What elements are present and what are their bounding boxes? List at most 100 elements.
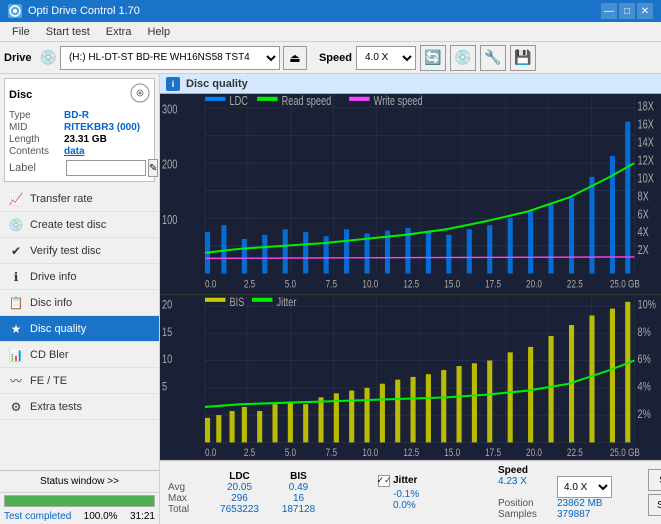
speed-dropdown[interactable]: 4.0 X: [557, 476, 612, 498]
disc-contents-label: Contents: [9, 146, 64, 157]
svg-text:200: 200: [162, 158, 177, 172]
svg-text:7.5: 7.5: [326, 278, 337, 291]
title-bar-left: Opti Drive Control 1.70: [8, 4, 140, 18]
stats-avg-bis: 0.49: [271, 482, 326, 493]
disc-quality-title: Disc quality: [186, 78, 248, 90]
disc-icon: [130, 83, 150, 106]
position-label: Position: [498, 498, 553, 509]
svg-text:2%: 2%: [637, 408, 651, 422]
jitter-checkbox[interactable]: ✓: [378, 475, 390, 487]
status-window-button[interactable]: Status window >>: [0, 471, 159, 493]
sidebar-item-create-test-disc[interactable]: 💿 Create test disc: [0, 212, 159, 238]
sidebar-item-fe-te[interactable]: 〰 FE / TE: [0, 368, 159, 394]
stats-avg-label: Avg: [168, 482, 208, 493]
disc-length-value: 23.31 GB: [64, 134, 107, 145]
close-button[interactable]: ✕: [637, 3, 653, 19]
sidebar-item-disc-info[interactable]: 📋 Disc info: [0, 290, 159, 316]
menu-start-test[interactable]: Start test: [38, 24, 98, 40]
disc-quality-panel-icon: i: [166, 77, 180, 91]
svg-text:0.0: 0.0: [205, 278, 217, 291]
maximize-button[interactable]: □: [619, 3, 635, 19]
stats-total-ldc: 7653223: [212, 504, 267, 515]
status-progress-text: 100.0%: [84, 511, 118, 522]
disc-panel: Disc Type BD-R MID RITEKBR3 (000) Length…: [4, 78, 155, 182]
disc-title: Disc: [9, 89, 32, 101]
sidebar: Disc Type BD-R MID RITEKBR3 (000) Length…: [0, 74, 160, 524]
sidebar-item-cd-bler[interactable]: 📊 CD Bler: [0, 342, 159, 368]
charts-container: 300 200 100 18X 16X 14X 12X 10X 8X 6X 4X…: [160, 94, 661, 460]
svg-text:25.0 GB: 25.0 GB: [610, 278, 640, 291]
menu-bar: File Start test Extra Help: [0, 22, 661, 42]
disc-type-label: Type: [9, 110, 64, 121]
speed-label: Speed: [319, 52, 352, 64]
disc-quality-panel: i Disc quality: [160, 74, 661, 524]
create-test-disc-icon: 💿: [8, 217, 24, 233]
svg-text:0.0: 0.0: [205, 447, 216, 459]
refresh-button[interactable]: 🔄: [420, 45, 446, 71]
disc-label-label: Label: [9, 162, 64, 174]
svg-text:Jitter: Jitter: [277, 296, 297, 310]
svg-text:12.5: 12.5: [403, 278, 419, 291]
disc-label-input[interactable]: [66, 160, 146, 176]
speed-avg-value: 4.23 X: [498, 476, 553, 498]
svg-text:2X: 2X: [637, 244, 649, 258]
samples-label: Samples: [498, 509, 553, 520]
disc-info-icon: 📋: [8, 295, 24, 311]
svg-text:16X: 16X: [637, 118, 654, 132]
start-part-button[interactable]: Start part: [648, 494, 661, 516]
extra-tests-icon: ⚙: [8, 399, 24, 415]
sidebar-item-disc-quality[interactable]: ★ Disc quality: [0, 316, 159, 342]
toolbar: Drive 💿 (H:) HL-DT-ST BD-RE WH16NS58 TST…: [0, 42, 661, 74]
fe-te-icon: 〰: [8, 373, 24, 389]
svg-text:14X: 14X: [637, 136, 654, 150]
burn-button[interactable]: 💿: [450, 45, 476, 71]
eject-button[interactable]: ⏏: [283, 46, 307, 70]
app-title: Opti Drive Control 1.70: [28, 5, 140, 17]
sidebar-item-verify-test-disc[interactable]: ✔ Verify test disc: [0, 238, 159, 264]
drive-select[interactable]: (H:) HL-DT-ST BD-RE WH16NS58 TST4: [60, 46, 280, 70]
svg-text:15.0: 15.0: [444, 447, 460, 459]
speed-select[interactable]: 4.0 X: [356, 46, 416, 70]
disc-mid-value: RITEKBR3 (000): [64, 122, 140, 133]
disc-contents-row: Contents data: [9, 146, 150, 157]
speed-position-section: Speed 4.23 X 4.0 X Position 23862 MB: [498, 465, 638, 520]
svg-text:4X: 4X: [637, 226, 649, 240]
svg-text:20.0: 20.0: [526, 278, 542, 291]
sidebar-item-extra-tests[interactable]: ⚙ Extra tests: [0, 394, 159, 420]
settings-button[interactable]: 🔧: [480, 45, 506, 71]
svg-text:2.5: 2.5: [244, 278, 255, 291]
disc-type-value: BD-R: [64, 110, 89, 121]
label-edit-button[interactable]: ✎: [148, 159, 158, 177]
minimize-button[interactable]: —: [601, 3, 617, 19]
svg-text:10%: 10%: [637, 299, 656, 313]
disc-contents-value[interactable]: data: [64, 146, 85, 157]
start-full-button[interactable]: Start full: [648, 469, 661, 491]
position-value: 23862 MB: [557, 498, 627, 509]
svg-text:15.0: 15.0: [444, 278, 460, 291]
menu-extra[interactable]: Extra: [98, 24, 140, 40]
status-time: 31:21: [130, 511, 155, 522]
stats-grid: LDC BIS Avg 20.05 0.49 Max 296 16 Total …: [168, 471, 368, 515]
save-button[interactable]: 💾: [510, 45, 536, 71]
stats-max-bis: 16: [271, 493, 326, 504]
sidebar-item-drive-info[interactable]: ℹ Drive info: [0, 264, 159, 290]
status-completed-text: Test completed: [4, 511, 71, 522]
content-area: i Disc quality: [160, 74, 661, 524]
nav-drive-info-label: Drive info: [30, 271, 76, 283]
menu-help[interactable]: Help: [139, 24, 178, 40]
jitter-section: ✓ Jitter -0.1% 0.0%: [378, 475, 488, 511]
nav-create-test-disc-label: Create test disc: [30, 219, 106, 231]
disc-length-row: Length 23.31 GB: [9, 134, 150, 145]
disc-header: Disc: [9, 83, 150, 106]
sidebar-item-transfer-rate[interactable]: 📈 Transfer rate: [0, 186, 159, 212]
samples-value: 379887: [557, 509, 627, 520]
svg-text:15: 15: [162, 326, 172, 340]
svg-text:Write speed: Write speed: [374, 95, 423, 109]
menu-file[interactable]: File: [4, 24, 38, 40]
progress-bar-container: [4, 495, 155, 507]
disc-mid-label: MID: [9, 122, 64, 133]
svg-text:300: 300: [162, 103, 177, 117]
title-bar: Opti Drive Control 1.70 — □ ✕: [0, 0, 661, 22]
stats-total-bis: 187128: [271, 504, 326, 515]
svg-text:LDC: LDC: [230, 95, 248, 109]
